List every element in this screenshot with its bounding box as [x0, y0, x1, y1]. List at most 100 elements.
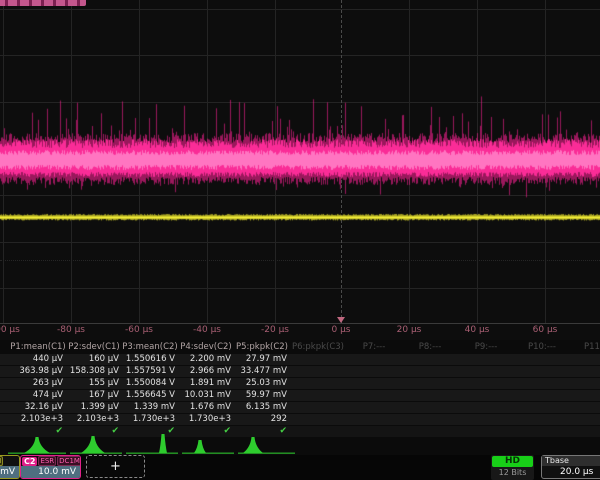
- param-header-p5[interactable]: P5:pkpk(C2): [234, 342, 290, 353]
- time-axis-tick-label: 20 µs: [397, 325, 422, 335]
- measure-value-r6-p10: [514, 414, 570, 425]
- measure-value-r5-p11: [570, 402, 600, 413]
- measure-value-r4-p3: 1.556645 V: [122, 390, 178, 401]
- measure-value-r3-p5: 25.03 mV: [234, 378, 290, 389]
- measure-value-r5-p10: [514, 402, 570, 413]
- c1-descriptor-header: C1 DC1M: [0, 456, 19, 466]
- measure-value-r5-p8: [402, 402, 458, 413]
- measure-value-r2-p1: 363.98 µV: [10, 366, 66, 377]
- measure-value-r3-p9: [458, 378, 514, 389]
- time-axis-tick-label: -20 µs: [261, 325, 289, 335]
- measure-value-r1-p2: 160 µV: [66, 354, 122, 365]
- measure-value-r1-p9: [458, 354, 514, 365]
- histicon-baseline: [126, 453, 178, 454]
- measure-value-r3-p11: [570, 378, 600, 389]
- measure-value-r4-p11: [570, 390, 600, 401]
- measure-value-r5-p3: 1.339 mV: [122, 402, 178, 413]
- measure-value-r5-p4: 1.676 mV: [178, 402, 234, 413]
- timebase-descriptor[interactable]: Tbase 20.0 µs: [541, 455, 600, 479]
- measure-value-r6-p9: [458, 414, 514, 425]
- measure-value-r4-p1: 474 µV: [10, 390, 66, 401]
- c1-vertical-scale: 10.0 mV: [0, 466, 19, 478]
- measure-value-r2-p11: [570, 366, 600, 377]
- measure-value-r5-p5: 6.135 mV: [234, 402, 290, 413]
- c1-coupling-badge: DC1M: [0, 456, 3, 466]
- measure-value-r2-p6: [290, 366, 346, 377]
- measure-value-r6-p6: [290, 414, 346, 425]
- trigger-time-marker-icon[interactable]: [337, 317, 345, 323]
- measure-value-r2-p3: 1.557591 V: [122, 366, 178, 377]
- measure-value-r4-p10: [514, 390, 570, 401]
- c2-vertical-scale: 10.0 mV: [21, 466, 80, 478]
- measure-value-r5-p6: [290, 402, 346, 413]
- measure-value-r3-p2: 155 µV: [66, 378, 122, 389]
- waveform-canvas: [0, 0, 600, 323]
- measure-value-r1-p5: 27.97 mV: [234, 354, 290, 365]
- clipped-pink-badge: [0, 0, 86, 6]
- measure-value-r5-p9: [458, 402, 514, 413]
- measure-value-r2-p2: 158.308 µV: [66, 366, 122, 377]
- measure-value-r2-p8: [402, 366, 458, 377]
- hd-bit-depth: 12 Bits: [491, 467, 534, 479]
- measure-value-r6-p8: [402, 414, 458, 425]
- measure-value-r2-p10: [514, 366, 570, 377]
- measure-value-r6-p5: 292: [234, 414, 290, 425]
- measure-value-r6-p3: 1.730e+3: [122, 414, 178, 425]
- time-axis-tick-label: -80 µs: [57, 325, 85, 335]
- measure-value-r3-p3: 1.550084 V: [122, 378, 178, 389]
- param-header-p4[interactable]: P4:sdev(C2): [178, 342, 234, 353]
- c2-coupling-badge: DC1M: [57, 456, 81, 466]
- param-header-p3[interactable]: P3:mean(C2): [122, 342, 178, 353]
- measure-value-r4-p9: [458, 390, 514, 401]
- waveform-display-area[interactable]: -100 µs -80 µs -60 µs -40 µs -20 µs 0 µs 20 µs…: [0, 0, 600, 340]
- channel-c2-descriptor[interactable]: C2 ESR DC1M 10.0 mV: [20, 455, 81, 479]
- oscilloscope-screen: -100 µs -80 µs -60 µs -40 µs -20 µs 0 µs 20 µs…: [0, 0, 600, 480]
- channel-c1-descriptor[interactable]: C1 DC1M 10.0 mV: [0, 455, 20, 479]
- time-axis-tick-label: 40 µs: [465, 325, 490, 335]
- param-header-p7[interactable]: P7:---: [346, 342, 402, 353]
- time-axis-tick-label: -100 µs: [0, 325, 20, 335]
- measure-value-r6-p4: 1.730e+3: [178, 414, 234, 425]
- measure-value-r1-p7: [346, 354, 402, 365]
- measure-value-r1-p6: [290, 354, 346, 365]
- timebase-scale: 20.0 µs: [542, 466, 600, 479]
- time-axis-tick-label: -60 µs: [125, 325, 153, 335]
- histicon-baseline: [182, 453, 234, 454]
- param-header-p2[interactable]: P2:sdev(C1): [66, 342, 122, 353]
- measure-value-r1-p3: 1.550616 V: [122, 354, 178, 365]
- measure-value-r3-p7: [346, 378, 402, 389]
- measure-value-r6-p1: 2.103e+3: [10, 414, 66, 425]
- c2-descriptor-header: C2 ESR DC1M: [21, 456, 80, 466]
- param-header-p6[interactable]: P6:pkpk(C3): [290, 342, 346, 353]
- param-header-p8[interactable]: P8:---: [402, 342, 458, 353]
- add-trace-button[interactable]: +: [86, 455, 145, 478]
- measure-value-r5-p2: 1.399 µV: [66, 402, 122, 413]
- measure-value-r4-p4: 10.031 mV: [178, 390, 234, 401]
- hd-badge: HD: [492, 456, 533, 467]
- measure-value-r1-p8: [402, 354, 458, 365]
- param-header-p9[interactable]: P9:---: [458, 342, 514, 353]
- param-header-p1[interactable]: P1:mean(C1): [10, 342, 66, 353]
- measure-value-r5-p7: [346, 402, 402, 413]
- measure-value-r2-p4: 2.966 mV: [178, 366, 234, 377]
- measure-value-r1-p11: [570, 354, 600, 365]
- histicon-peak: [24, 437, 50, 453]
- measurement-table: P1:mean(C1)P2:sdev(C1)P3:mean(C2)P4:sdev…: [0, 341, 600, 437]
- time-axis-tick-label: 0 µs: [331, 325, 350, 335]
- measure-value-r2-p5: 33.477 mV: [234, 366, 290, 377]
- measure-value-r1-p1: 440 µV: [10, 354, 66, 365]
- measure-value-r5-p1: 32.16 µV: [10, 402, 66, 413]
- hd-mode-indicator[interactable]: HD 12 Bits: [491, 455, 534, 480]
- time-axis-tick-label: -40 µs: [193, 325, 221, 335]
- measure-value-r6-p2: 2.103e+3: [66, 414, 122, 425]
- measure-value-r6-p11: [570, 414, 600, 425]
- measure-value-r3-p6: [290, 378, 346, 389]
- histicon-peak: [194, 440, 206, 453]
- histicon-peak: [243, 437, 263, 453]
- measure-value-r3-p4: 1.891 mV: [178, 378, 234, 389]
- param-header-p10[interactable]: P10:---: [514, 342, 570, 353]
- param-header-p11[interactable]: P11:---: [570, 342, 600, 353]
- measure-value-r3-p8: [402, 378, 458, 389]
- histicon-peak: [81, 436, 105, 453]
- measure-value-r2-p9: [458, 366, 514, 377]
